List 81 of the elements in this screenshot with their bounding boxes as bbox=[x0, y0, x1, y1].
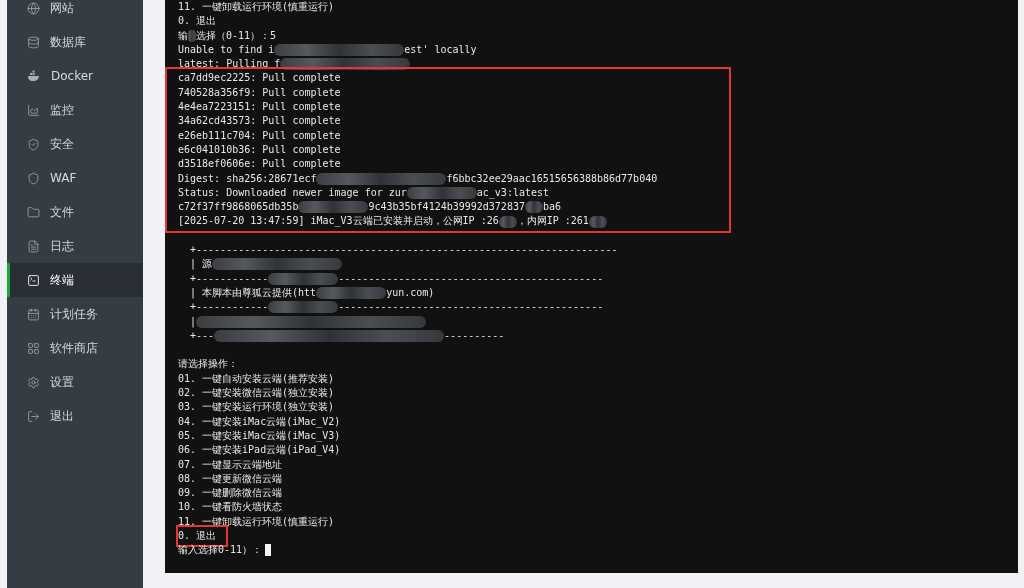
menu-icon bbox=[27, 137, 40, 151]
terminal-text: 0. 退出 bbox=[178, 529, 217, 543]
terminal-text: -------------------------------------------- bbox=[338, 271, 604, 286]
terminal-text: 请选择操作： bbox=[178, 357, 238, 372]
cursor bbox=[265, 544, 272, 557]
redaction-blur bbox=[316, 287, 387, 300]
terminal-text: ac_v3:latest bbox=[476, 185, 550, 201]
terminal-text: 740528a356f9: Pull complete bbox=[178, 85, 341, 100]
terminal-text: +------------ bbox=[190, 271, 269, 286]
terminal-text: 输入选择0-11）： bbox=[178, 543, 263, 558]
terminal-text: 03. 一键安装运行环境(独立安装) bbox=[178, 400, 335, 415]
terminal-text: +--- bbox=[190, 328, 215, 343]
sidebar-item[interactable]: 设置 bbox=[7, 365, 143, 399]
terminal-text: 09. 一键删除微信云端 bbox=[178, 486, 283, 501]
terminal-text: 02. 一键安装微信云端(独立安装) bbox=[178, 386, 335, 400]
terminal-text: 4e4ea7223151: Pull complete bbox=[178, 100, 341, 115]
terminal-text: 08. 一键更新微信云端 bbox=[178, 471, 283, 486]
redaction-blur bbox=[498, 215, 517, 228]
terminal-text: +---------------------------------------------------------------------- bbox=[190, 243, 618, 258]
terminal-text: 07. 一键显示云端地址 bbox=[178, 457, 283, 472]
terminal-text: ba6 bbox=[542, 200, 562, 215]
terminal-text: 34a62cd43573: Pull complete bbox=[178, 114, 341, 129]
terminal-text: 11. 一键卸载运行环境(慎重运行) bbox=[178, 0, 335, 14]
sidebar-item[interactable]: Docker bbox=[7, 59, 143, 93]
menu-icon bbox=[27, 409, 40, 423]
terminal-text: Unable to find i bbox=[178, 42, 275, 57]
terminal-text: ，内网IP :261 bbox=[516, 214, 589, 229]
menu-icon bbox=[27, 205, 40, 219]
terminal-text: [2025-07-20 13:47:59] iMac_V3云端已安装并启动，公网IP :26 bbox=[178, 214, 499, 229]
terminal-text: | 本脚本由尊狐云提供(htt bbox=[190, 285, 317, 301]
sidebar-item[interactable]: 软件商店 bbox=[7, 331, 143, 365]
sidebar-item[interactable]: 监控 bbox=[7, 93, 143, 127]
terminal-text: e26eb111c704: Pull complete bbox=[178, 128, 341, 143]
terminal-text: latest: Pulling f bbox=[178, 57, 281, 72]
whale-icon bbox=[27, 70, 41, 82]
sidebar-item[interactable]: 退出 bbox=[7, 399, 143, 433]
terminal-text: c72f37ff9868065db35b bbox=[178, 200, 299, 215]
sidebar-item[interactable]: 数据库 bbox=[7, 25, 143, 59]
menu-icon bbox=[27, 341, 40, 355]
sidebar-item[interactable]: 终端 bbox=[7, 263, 143, 297]
sidebar-item[interactable]: 日志 bbox=[7, 229, 143, 263]
sidebar-item[interactable]: 安全 bbox=[7, 127, 143, 161]
sidebar-item[interactable]: 计划任务 bbox=[7, 297, 143, 331]
terminal-text: 9c43b35bf4124b39992d372837 bbox=[368, 200, 525, 215]
terminal-text: 04. 一键安装iMac云端(iMac_V2) bbox=[178, 414, 341, 429]
redaction-blur bbox=[524, 201, 543, 214]
menu-icon bbox=[27, 103, 40, 117]
menu-icon bbox=[27, 375, 40, 389]
terminal-text: Status: Downloaded newer image for zur bbox=[178, 185, 407, 200]
terminal-text: d3518ef0606e: Pull complete bbox=[178, 157, 341, 172]
terminal-text: 0. 退出 bbox=[178, 14, 217, 29]
menu-icon bbox=[27, 239, 40, 253]
terminal-text: 选择（0-11）：5 bbox=[196, 28, 277, 43]
terminal-text: est' locally bbox=[404, 42, 477, 57]
sidebar-item[interactable]: WAF bbox=[7, 161, 143, 195]
menu-icon bbox=[27, 171, 40, 185]
sidebar-item[interactable]: 文件 bbox=[7, 195, 143, 229]
redaction-blur bbox=[588, 215, 607, 228]
terminal-text: yun.com) bbox=[386, 285, 435, 300]
redaction-blur bbox=[298, 201, 369, 214]
terminal-text: +------------ bbox=[190, 300, 269, 315]
terminal-text: ---------- bbox=[444, 328, 505, 343]
terminal-text: 01. 一键自动安装云端(推荐安装) bbox=[178, 371, 335, 386]
menu-icon bbox=[27, 35, 40, 49]
terminal-text: 06. 一键安装iPad云端(iPad_V4) bbox=[178, 443, 341, 458]
menu-icon bbox=[27, 1, 40, 15]
terminal-text: e6c041010b36: Pull complete bbox=[178, 142, 341, 157]
terminal-text: ca7dd9ec2225: Pull complete bbox=[178, 71, 341, 86]
terminal-text: 输 bbox=[178, 28, 188, 43]
menu-icon bbox=[27, 307, 40, 321]
terminal-text: 10. 一键看防火墙状态 bbox=[178, 500, 283, 515]
terminal-text: 05. 一键安装iMac云端(iMac_V3) bbox=[178, 428, 341, 444]
menu-icon bbox=[27, 273, 40, 287]
sidebar-item[interactable]: 网站 bbox=[7, 0, 143, 25]
terminal-text: | 源 bbox=[190, 257, 213, 272]
terminal-text: -------------------------------------------- bbox=[338, 300, 604, 315]
terminal-text: Digest: sha256:28671ecf bbox=[178, 171, 317, 186]
terminal-text: | bbox=[190, 314, 197, 329]
redaction-blur bbox=[406, 187, 477, 199]
redaction-blur bbox=[188, 29, 196, 42]
terminal-text: f6bbc32ee29aac16515656388b86d77b040 bbox=[446, 171, 658, 186]
